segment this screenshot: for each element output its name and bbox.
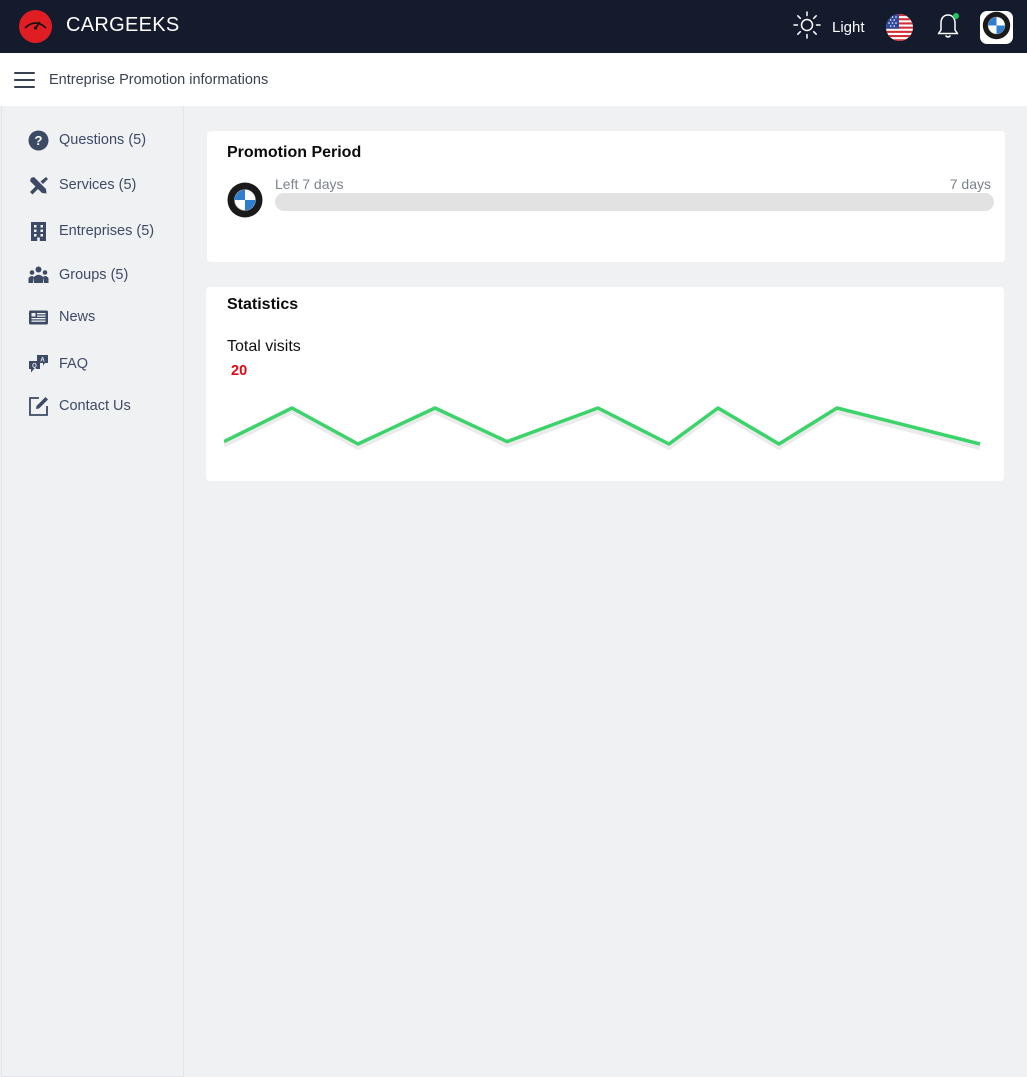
- promotion-period-card: Promotion Period Left 7 days 7 days: [207, 131, 1005, 262]
- question-circle-icon: ?: [28, 130, 49, 151]
- theme-label: Light: [832, 18, 865, 36]
- total-visits-label: Total visits: [227, 338, 301, 355]
- top-navbar: CARGEEKS Light: [0, 0, 1027, 53]
- sparkline-shadow: [224, 409, 981, 451]
- bmw-logo-icon: [227, 182, 263, 218]
- sun-icon: [792, 10, 822, 45]
- tools-icon: [28, 175, 49, 196]
- sidebar-item-label: News: [59, 309, 96, 325]
- newspaper-icon: [28, 307, 49, 328]
- building-icon: [28, 221, 49, 242]
- user-avatar[interactable]: [980, 11, 1013, 44]
- sidebar-item-label: Contact Us: [59, 398, 131, 414]
- total-days-label: 7 days: [949, 176, 991, 192]
- us-flag-icon[interactable]: [886, 14, 913, 41]
- page-header: Entreprise Promotion informations: [0, 53, 1027, 106]
- svg-text:Q: Q: [32, 363, 37, 369]
- sidebar-item-faq[interactable]: A Q FAQ: [28, 352, 88, 376]
- statistics-title: Statistics: [227, 296, 299, 313]
- brand-name[interactable]: CARGEEKS: [66, 14, 180, 37]
- sidebar-item-label: Groups (5): [59, 267, 129, 283]
- sidebar-item-label: Questions (5): [59, 132, 147, 148]
- svg-text:?: ?: [35, 133, 43, 148]
- theme-toggle-button[interactable]: Light: [792, 10, 865, 45]
- sidebar-item-label: Services (5): [59, 177, 137, 193]
- sidebar: ? Questions (5) Services (5) Entreprises…: [1, 106, 184, 1077]
- statistics-card: Statistics Total visits 20: [206, 287, 1004, 481]
- days-left-label: Left 7 days: [275, 176, 344, 192]
- sidebar-item-news[interactable]: News: [28, 305, 95, 329]
- sidebar-item-groups[interactable]: Groups (5): [28, 263, 128, 287]
- promotion-progress-bar: [275, 193, 994, 211]
- page-title: Entreprise Promotion informations: [49, 72, 269, 88]
- sidebar-item-contact-us[interactable]: Contact Us: [28, 394, 131, 418]
- edit-square-icon: [28, 396, 49, 417]
- svg-text:A: A: [40, 357, 45, 363]
- users-group-icon: [28, 265, 49, 286]
- cargeeks-logo-icon[interactable]: [19, 10, 52, 43]
- bmw-logo-icon: [982, 11, 1011, 45]
- sidebar-item-label: FAQ: [59, 356, 89, 372]
- sidebar-item-entreprises[interactable]: Entreprises (5): [28, 219, 154, 243]
- faq-chat-icon: A Q: [28, 354, 49, 375]
- notification-dot: [953, 13, 959, 19]
- sidebar-item-questions[interactable]: ? Questions (5): [28, 128, 146, 152]
- sidebar-item-label: Entreprises (5): [59, 223, 155, 239]
- total-visits-value: 20: [231, 363, 248, 379]
- visits-sparkline-chart: [224, 406, 981, 451]
- hamburger-menu-icon[interactable]: [14, 72, 35, 88]
- promotion-period-title: Promotion Period: [227, 144, 362, 161]
- sidebar-item-services[interactable]: Services (5): [28, 173, 136, 197]
